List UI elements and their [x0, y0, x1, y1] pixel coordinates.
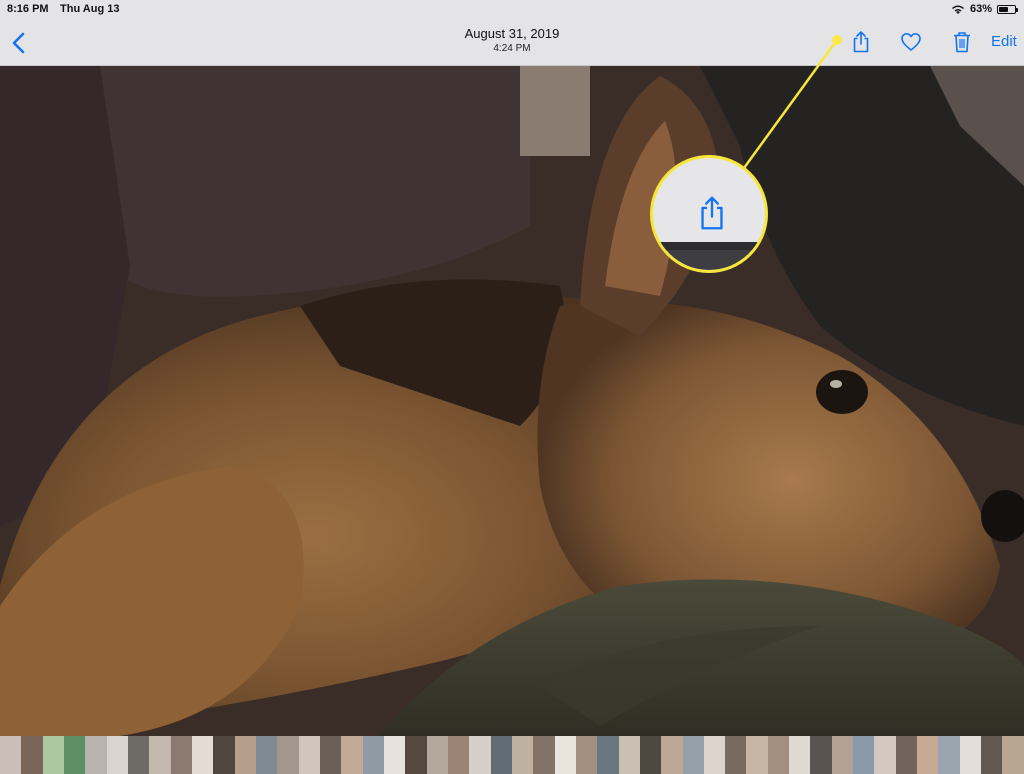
thumbnail[interactable]	[149, 736, 171, 774]
thumbnail[interactable]	[383, 736, 406, 774]
battery-level-fill	[999, 6, 1008, 12]
heart-icon[interactable]	[900, 30, 922, 54]
thumbnail[interactable]	[981, 736, 1003, 774]
thumbnail[interactable]	[213, 736, 235, 774]
thumbnail[interactable]	[469, 736, 491, 774]
photo-nav-bar: August 31, 2019 4:24 PM Edit	[0, 20, 1024, 66]
thumbnail[interactable]	[426, 736, 448, 774]
thumbnail[interactable]	[853, 736, 875, 774]
thumbnail[interactable]	[917, 736, 939, 774]
edit-button[interactable]: Edit	[991, 33, 1017, 57]
thumbnail[interactable]	[789, 736, 811, 774]
battery-percent: 63%	[969, 3, 992, 15]
thumbnail[interactable]	[234, 736, 256, 774]
thumbnail[interactable]	[490, 736, 512, 774]
dog-photo-image	[0, 66, 1024, 736]
thumbnail[interactable]	[511, 736, 534, 774]
thumbnail[interactable]	[618, 736, 640, 774]
thumbnail[interactable]	[810, 736, 832, 774]
status-date: Thu Aug 13	[60, 3, 120, 15]
thumbnail[interactable]	[255, 736, 278, 774]
thumbnail[interactable]	[405, 736, 427, 774]
thumbnail[interactable]	[170, 736, 192, 774]
thumbnail[interactable]	[682, 736, 704, 774]
thumbnail[interactable]	[42, 736, 64, 774]
thumbnail[interactable]	[831, 736, 854, 774]
thumbnail[interactable]	[1002, 736, 1024, 774]
thumbnail[interactable]	[362, 736, 384, 774]
thumbnail[interactable]	[341, 736, 363, 774]
thumbnail[interactable]	[191, 736, 214, 774]
thumbnail[interactable]	[661, 736, 683, 774]
thumbnail[interactable]	[298, 736, 320, 774]
status-indicators: 63%	[951, 3, 1018, 15]
thumbnail[interactable]	[277, 736, 299, 774]
thumbnail[interactable]	[447, 736, 470, 774]
thumbnail[interactable]	[746, 736, 768, 774]
thumbnail[interactable]	[533, 736, 555, 774]
thumbnail[interactable]	[597, 736, 619, 774]
thumbnail[interactable]	[0, 736, 22, 774]
wifi-icon	[951, 5, 964, 14]
thumbnail[interactable]	[63, 736, 86, 774]
thumbnail[interactable]	[21, 736, 43, 774]
photo[interactable]	[0, 66, 1024, 736]
status-time: 8:16 PM	[7, 3, 49, 15]
chevron-left-icon[interactable]	[8, 30, 30, 56]
battery-icon	[997, 4, 1018, 14]
thumbnail[interactable]	[895, 736, 918, 774]
thumbnail[interactable]	[127, 736, 150, 774]
callout-dot	[832, 35, 842, 45]
thumbnail[interactable]	[85, 736, 107, 774]
share-icon	[701, 196, 723, 230]
magnifier-photo-edge	[653, 242, 765, 270]
thumbnail[interactable]	[703, 736, 726, 774]
thumbnail[interactable]	[874, 736, 896, 774]
status-bar: 8:16 PM Thu Aug 13 63%	[0, 0, 1024, 20]
thumbnail-strip[interactable]	[0, 736, 1024, 774]
thumbnail[interactable]	[639, 736, 662, 774]
thumbnail[interactable]	[938, 736, 960, 774]
thumbnail[interactable]	[554, 736, 576, 774]
thumbnail[interactable]	[575, 736, 598, 774]
thumbnail[interactable]	[767, 736, 790, 774]
share-icon[interactable]	[850, 30, 872, 54]
callout-magnifier	[650, 155, 768, 273]
thumbnail[interactable]	[959, 736, 982, 774]
thumbnail[interactable]	[725, 736, 747, 774]
thumbnail[interactable]	[319, 736, 342, 774]
thumbnail[interactable]	[106, 736, 128, 774]
trash-icon[interactable]	[951, 30, 973, 54]
